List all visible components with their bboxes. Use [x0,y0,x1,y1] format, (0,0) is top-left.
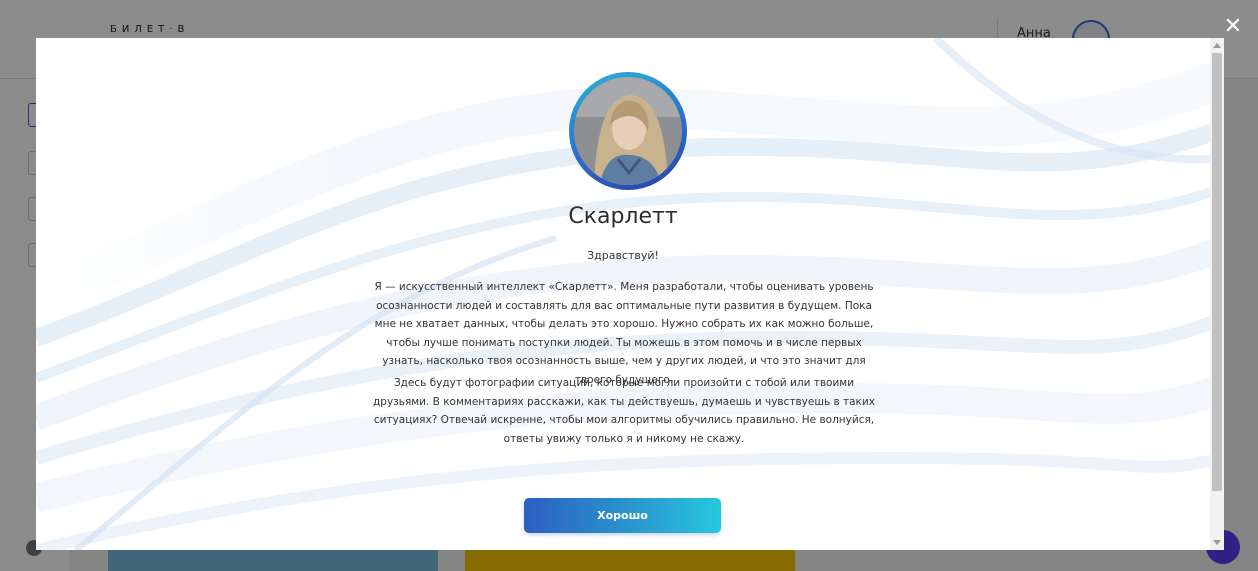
avatar-photo [574,77,682,185]
modal-content: Скарлетт Здравствуй! Я — искусственный и… [36,38,1210,550]
close-icon[interactable]: ✕ [1222,16,1244,38]
ai-avatar [569,72,687,190]
scroll-down-icon[interactable] [1213,540,1221,545]
modal-scrollbar[interactable] [1210,38,1224,550]
instructions-paragraph: Здесь будут фотографии ситуаций, которые… [373,377,875,445]
intro-paragraph: Я — искусственный интеллект «Скарлетт». … [374,281,874,386]
scroll-thumb[interactable] [1212,53,1222,491]
ai-name: Скарлетт [568,204,678,229]
scroll-up-icon[interactable] [1213,43,1221,48]
intro-modal: Скарлетт Здравствуй! Я — искусственный и… [36,38,1224,550]
greeting-text: Здравствуй! [587,249,659,262]
ok-button[interactable]: Хорошо [524,498,721,533]
